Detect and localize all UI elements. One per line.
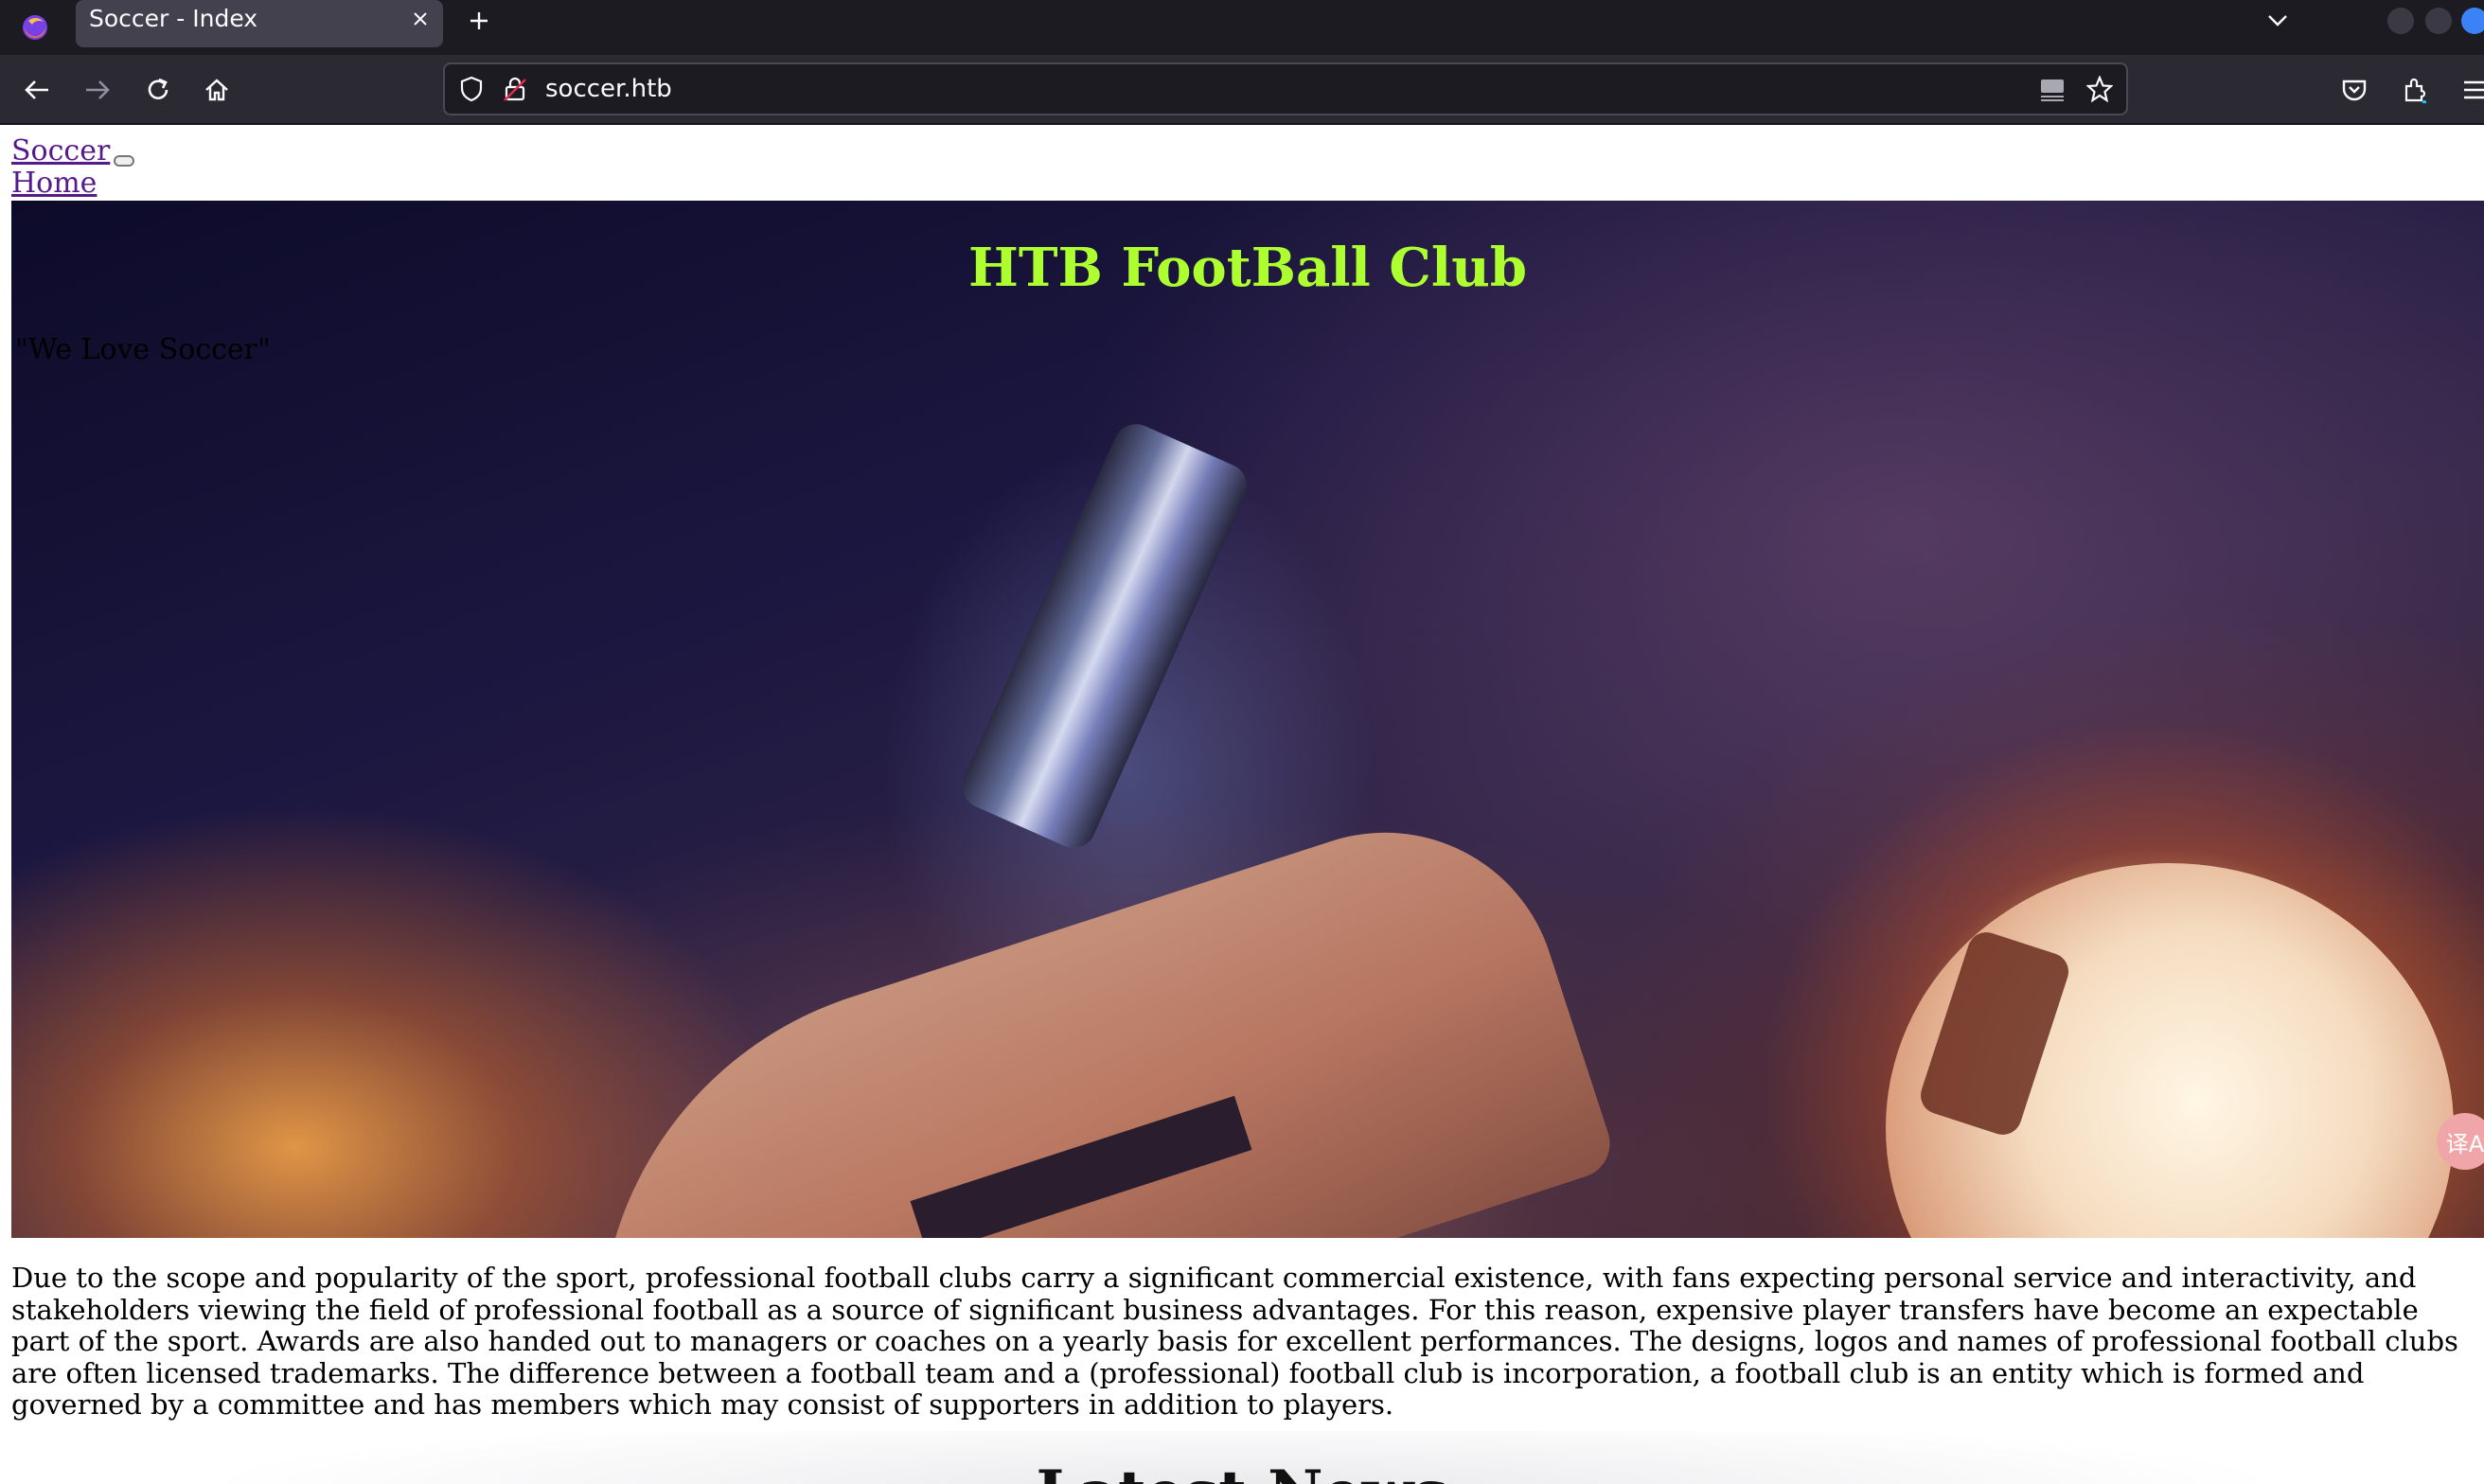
home-icon[interactable] — [197, 70, 237, 110]
brand-link[interactable]: Soccer — [11, 134, 110, 168]
hamburger-menu-icon[interactable] — [2456, 70, 2484, 110]
shield-icon[interactable] — [454, 72, 488, 106]
lock-insecure-icon[interactable] — [498, 72, 532, 106]
hero-tagline: "We Love Soccer" — [15, 333, 271, 366]
url-bar[interactable]: soccer.htb — [443, 62, 2128, 115]
plus-icon[interactable] — [460, 2, 498, 40]
intro-paragraph: Due to the scope and popularity of the s… — [11, 1262, 2458, 1421]
star-icon[interactable] — [2083, 72, 2117, 106]
navbar-toggler-button[interactable] — [114, 155, 134, 167]
tab-title: Soccer - Index — [89, 5, 258, 32]
forward-arrow-icon[interactable] — [78, 70, 117, 110]
url-text: soccer.htb — [545, 75, 672, 103]
news-heading: Latest News — [0, 1458, 2484, 1484]
firefox-logo-icon[interactable] — [8, 2, 62, 53]
back-arrow-icon[interactable] — [17, 70, 57, 110]
browser-tab-bar: Soccer - Index — [0, 0, 2484, 55]
nav-home-link[interactable]: Home — [11, 167, 97, 201]
puzzle-icon[interactable] — [2395, 70, 2435, 110]
browser-toolbar: soccer.htb — [0, 55, 2484, 125]
hero-image-prosthetic-rod — [955, 416, 1254, 856]
close-icon[interactable] — [403, 2, 437, 36]
maximize-button[interactable] — [2425, 8, 2452, 34]
reload-icon[interactable] — [138, 70, 178, 110]
hero-title: HTB FootBall Club — [967, 237, 1528, 299]
reader-view-icon[interactable] — [2035, 72, 2069, 106]
chevron-down-icon[interactable] — [2259, 2, 2297, 40]
pocket-icon[interactable] — [2334, 70, 2374, 110]
window-close-button[interactable] — [2461, 8, 2484, 34]
web-page: Soccer Home HTB FootBall Club "We Love S… — [0, 125, 2484, 1484]
tab-soccer-index[interactable]: Soccer - Index — [76, 0, 443, 47]
hero-banner: HTB FootBall Club "We Love Soccer" — [11, 201, 2484, 1238]
minimize-button[interactable] — [2387, 8, 2414, 34]
